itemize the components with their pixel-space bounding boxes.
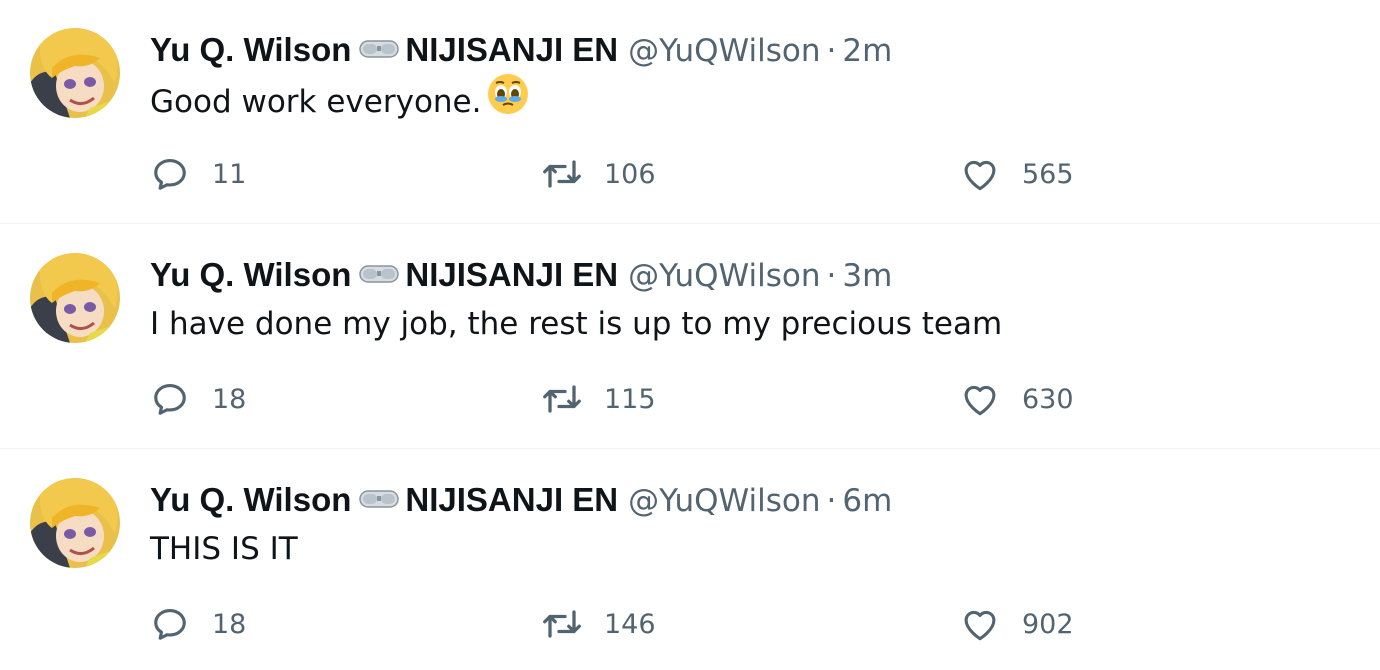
retweet-icon [540,602,584,646]
author-name[interactable]: Yu Q. Wilson [150,256,351,293]
reply-button[interactable]: 18 [148,371,246,427]
heart-icon [958,152,1002,196]
like-button[interactable]: 902 [958,596,1074,652]
reply-count: 18 [212,383,247,415]
retweet-icon [540,152,584,196]
divider [0,448,1380,449]
heart-icon [958,602,1002,646]
tweet-text: THIS IS IT [150,526,298,572]
holding-back-tears-emoji-icon [487,73,529,128]
reply-count: 18 [212,608,247,640]
tweet[interactable]: Yu Q. Wilson NIJISANJI EN @YuQWilson · 3m I … [0,225,1380,449]
tweet-text-content: THIS IS IT [150,531,298,567]
like-count: 902 [1022,608,1074,640]
reply-icon [148,152,192,196]
reply-button[interactable]: 18 [148,596,246,652]
avatar[interactable] [30,253,120,343]
tweet[interactable]: Yu Q. Wilson NIJISANJI EN @YuQWilson · 2m Go… [0,0,1380,224]
retweet-count: 146 [604,608,656,640]
like-count: 565 [1022,158,1074,190]
avatar[interactable] [30,28,120,118]
retweet-button[interactable]: 146 [540,596,656,652]
author-org: NIJISANJI EN [405,256,619,293]
tweet-text: I have done my job, the rest is up to my… [150,301,1002,347]
goggles-icon [359,28,400,72]
tweet[interactable]: Yu Q. Wilson NIJISANJI EN @YuQWilson · 6m TH… [0,450,1380,670]
tweet-feed: Yu Q. Wilson NIJISANJI EN @YuQWilson · 2m Go… [0,0,1380,670]
header-separator: · [826,33,837,69]
tweet-header: Yu Q. Wilson NIJISANJI EN @YuQWilson · 6m [150,478,892,522]
retweet-icon [540,377,584,421]
like-button[interactable]: 565 [958,146,1074,202]
avatar[interactable] [30,478,120,568]
tweet-header: Yu Q. Wilson NIJISANJI EN @YuQWilson · 3m [150,253,892,297]
tweet-text-content: I have done my job, the rest is up to my… [150,306,1003,342]
goggles-icon [359,253,400,297]
retweet-button[interactable]: 106 [540,146,656,202]
tweet-text: Good work everyone. [150,74,529,122]
reply-icon [148,602,192,646]
author-handle[interactable]: @YuQWilson [628,483,820,519]
heart-icon [958,377,1002,421]
retweet-count: 115 [604,383,656,415]
tweet-timestamp[interactable]: 3m [842,258,892,294]
retweet-count: 106 [604,158,656,190]
author-name[interactable]: Yu Q. Wilson [150,31,351,68]
header-separator: · [826,258,837,294]
header-separator: · [826,483,837,519]
tweet-text-content: Good work everyone. [150,84,482,120]
retweet-button[interactable]: 115 [540,371,656,427]
like-button[interactable]: 630 [958,371,1074,427]
divider [0,223,1380,224]
tweet-timestamp[interactable]: 6m [842,483,892,519]
reply-count: 11 [212,158,247,190]
author-handle[interactable]: @YuQWilson [628,258,820,294]
author-name[interactable]: Yu Q. Wilson [150,481,351,518]
author-handle[interactable]: @YuQWilson [628,33,820,69]
author-org: NIJISANJI EN [405,31,619,68]
author-org: NIJISANJI EN [405,481,619,518]
reply-button[interactable]: 11 [148,146,246,202]
like-count: 630 [1022,383,1074,415]
reply-icon [148,377,192,421]
goggles-icon [359,478,400,522]
tweet-timestamp[interactable]: 2m [842,33,892,69]
tweet-header: Yu Q. Wilson NIJISANJI EN @YuQWilson · 2m [150,28,892,72]
